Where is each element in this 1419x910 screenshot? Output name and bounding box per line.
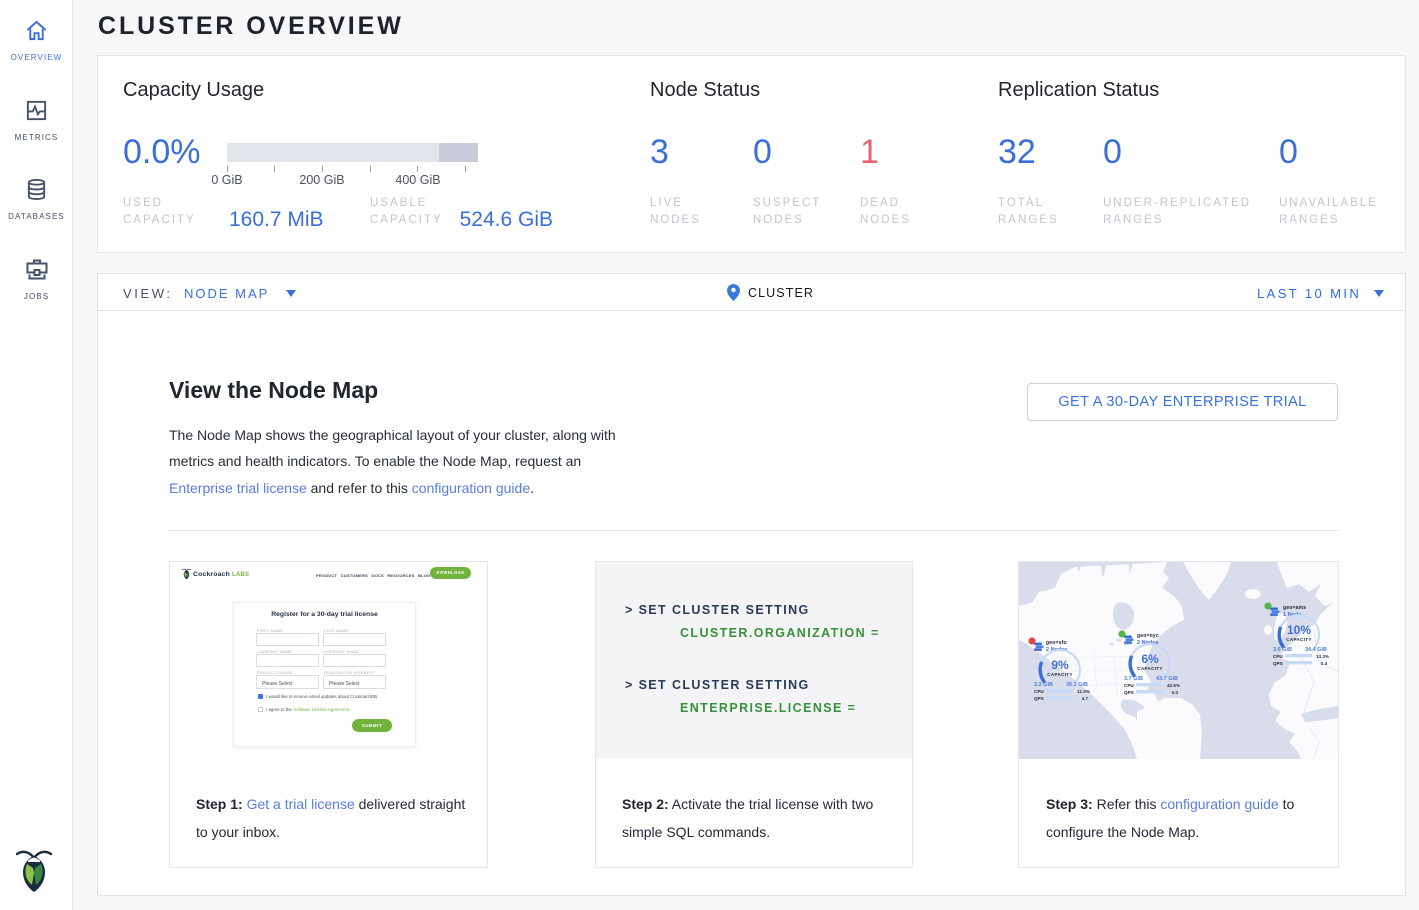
svg-text:43.7 GiB: 43.7 GiB bbox=[1156, 676, 1178, 682]
svg-text:QPS: QPS bbox=[1034, 696, 1044, 701]
svg-text:0.4: 0.4 bbox=[1321, 661, 1328, 666]
svg-text:CPU: CPU bbox=[1124, 683, 1134, 688]
svg-text:10%: 10% bbox=[1287, 623, 1311, 637]
svg-text:42.5%: 42.5% bbox=[1167, 683, 1180, 688]
svg-text:9%: 9% bbox=[1051, 658, 1069, 672]
svg-text:3.6 GiB: 3.6 GiB bbox=[1273, 647, 1292, 653]
svg-text:CAPACITY: CAPACITY bbox=[1286, 637, 1312, 642]
svg-text:34.4 GiB: 34.4 GiB bbox=[1305, 647, 1327, 653]
svg-text:CAPACITY: CAPACITY bbox=[1137, 666, 1163, 671]
svg-text:11.0%: 11.0% bbox=[1077, 689, 1090, 694]
svg-text:CPU: CPU bbox=[1273, 654, 1283, 659]
svg-text:geo=sfo: geo=sfo bbox=[1046, 640, 1067, 646]
svg-text:CAPACITY: CAPACITY bbox=[1047, 672, 1073, 677]
svg-text:4.7: 4.7 bbox=[1082, 696, 1089, 701]
svg-text:geo=ams: geo=ams bbox=[1283, 605, 1306, 611]
svg-text:QPS: QPS bbox=[1124, 690, 1134, 695]
svg-text:0.0: 0.0 bbox=[1172, 690, 1179, 695]
svg-text:3.2 GiB: 3.2 GiB bbox=[1034, 682, 1053, 688]
svg-text:35.1 GiB: 35.1 GiB bbox=[1066, 682, 1088, 688]
svg-text:QPS: QPS bbox=[1273, 661, 1283, 666]
svg-text:6%: 6% bbox=[1141, 652, 1159, 666]
svg-text:geo=nyc: geo=nyc bbox=[1137, 633, 1159, 639]
svg-text:CPU: CPU bbox=[1034, 689, 1044, 694]
svg-text:3.7 GiB: 3.7 GiB bbox=[1124, 676, 1143, 682]
svg-text:13.3%: 13.3% bbox=[1316, 654, 1329, 659]
